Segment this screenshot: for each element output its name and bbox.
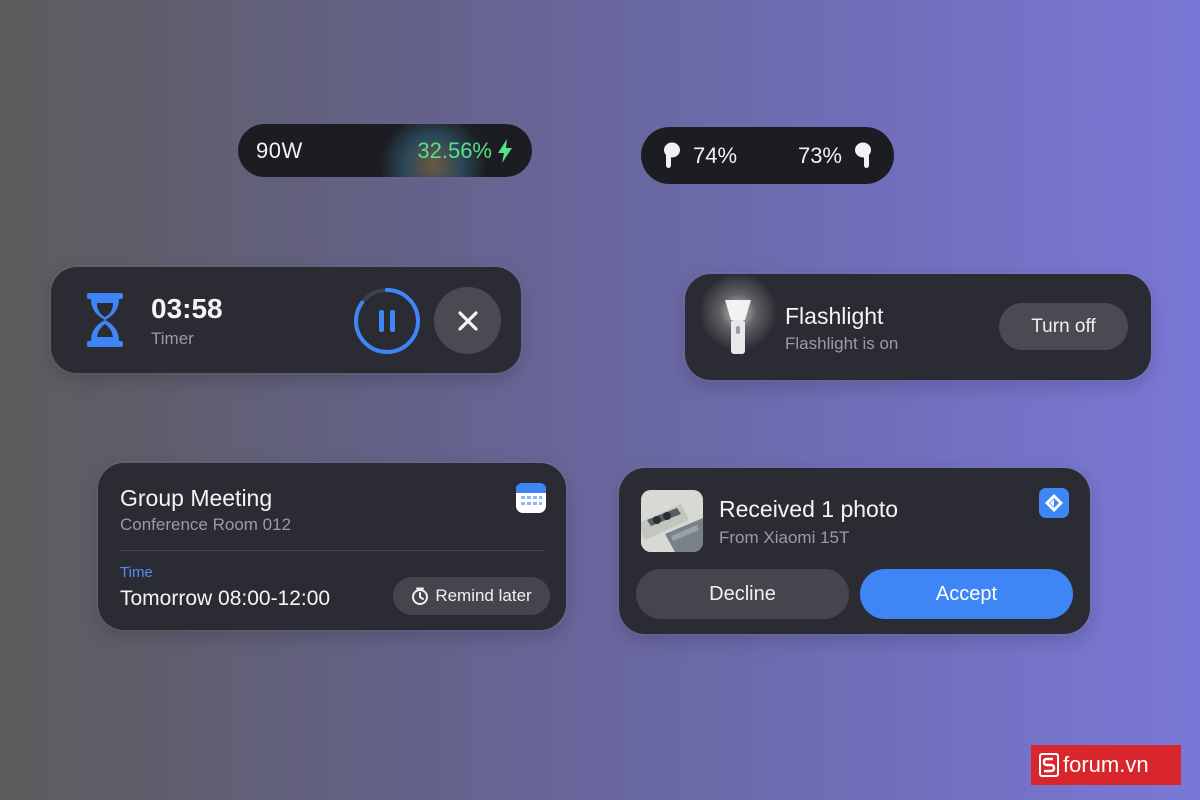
phone-photo-image: [641, 490, 703, 552]
flashlight-card: Flashlight Flashlight is on Turn off: [685, 272, 1151, 380]
meeting-location: Conference Room 012: [120, 515, 292, 534]
watermark-text: forum.vn: [1063, 752, 1149, 777]
right-earbud-percent: 73%: [797, 142, 842, 168]
meeting-time-label: Time: [120, 564, 153, 581]
remind-later-label: Remind later: [435, 586, 532, 605]
accept-button[interactable]: Accept: [860, 569, 1073, 619]
photo-share-title: Received 1 photo: [719, 496, 899, 522]
close-icon: [457, 310, 478, 331]
timer-time: 03:58: [151, 293, 223, 324]
charging-pill: 90W 32.56%: [238, 124, 532, 177]
hourglass-icon: [87, 293, 123, 347]
divider: [120, 550, 544, 551]
charging-wattage: 90W: [256, 137, 303, 163]
photo-share-card: Received 1 photo From Xiaomi 15T Decline…: [619, 468, 1090, 634]
right-earbud: 73%: [798, 142, 872, 170]
photo-share-source: From Xiaomi 15T: [719, 528, 850, 547]
share-app-icon: [1039, 488, 1069, 518]
timer-card: 03:58 Timer: [51, 267, 521, 373]
photo-thumbnail[interactable]: [641, 490, 703, 552]
flashlight-icon: [725, 300, 751, 354]
left-earbud-percent: 74%: [693, 142, 738, 168]
charging-status: 32.56%: [373, 124, 514, 177]
bolt-icon: [498, 138, 512, 163]
clock-icon: [412, 587, 429, 605]
timer-close-button[interactable]: [434, 287, 501, 354]
meeting-time: Tomorrow 08:00-12:00: [120, 587, 331, 610]
timer-label: Timer: [151, 329, 194, 348]
meeting-title: Group Meeting: [120, 485, 273, 511]
meeting-card: Group Meeting Conference Room 012 Time T…: [98, 463, 566, 630]
left-earbud: 74%: [663, 142, 737, 170]
calendar-icon: [516, 483, 546, 513]
flashlight-title: Flashlight: [785, 303, 884, 329]
earbud-icon: [664, 142, 680, 168]
watermark-logo: [1039, 753, 1059, 777]
pause-icon: [379, 310, 395, 332]
remind-later-button[interactable]: Remind later: [393, 577, 550, 615]
charging-percent: 32.56%: [417, 137, 492, 163]
earbud-icon: [855, 142, 871, 168]
flashlight-status: Flashlight is on: [785, 334, 899, 353]
pause-button[interactable]: [352, 286, 422, 356]
decline-button[interactable]: Decline: [636, 569, 849, 619]
watermark: forum.vn: [1031, 745, 1181, 785]
earbuds-pill: 74% 73%: [641, 127, 894, 184]
turn-off-button[interactable]: Turn off: [999, 303, 1128, 350]
